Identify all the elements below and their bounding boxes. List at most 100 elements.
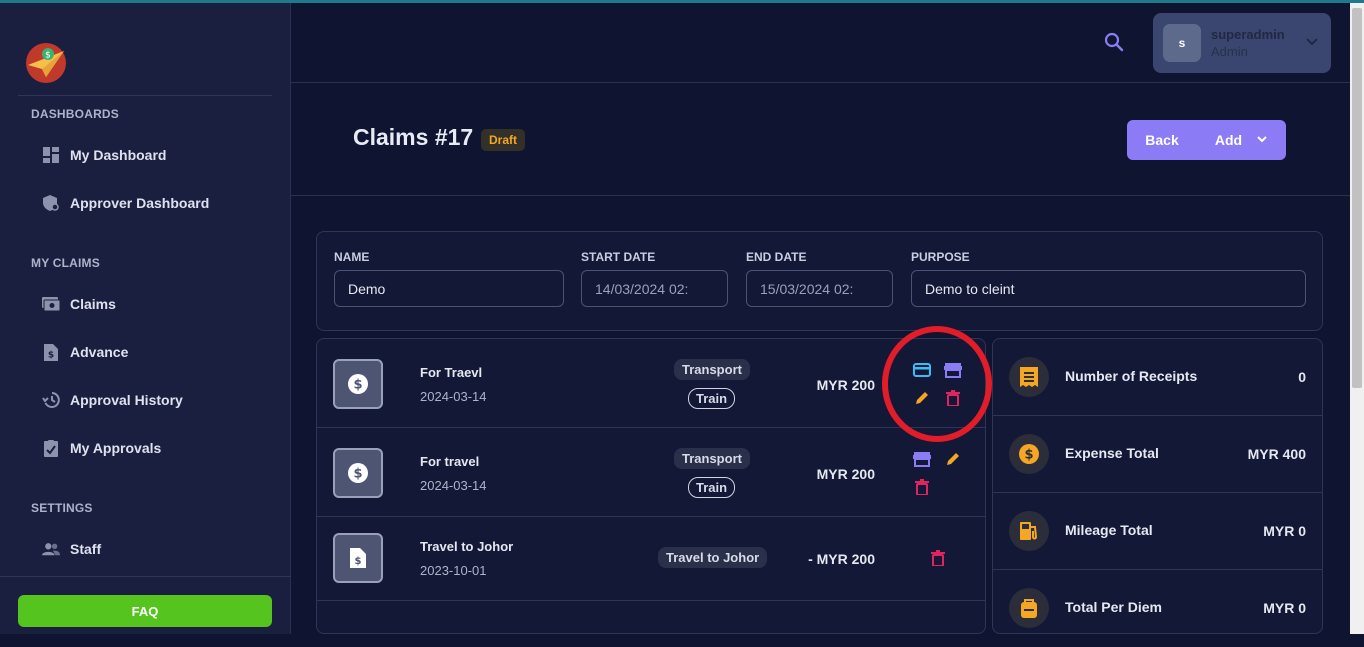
claim-date: 2024-03-14 [420,478,487,493]
sidebar-bottom-divider [0,576,291,577]
sidebar-section-dashboards: DASHBOARDS [31,107,120,121]
sidebar-item-my-dashboard[interactable]: My Dashboard [42,143,166,167]
add-button-label: Add [1214,132,1243,148]
claim-amount: MYR 200 [816,377,875,393]
dollar-circle-icon: $ [333,359,383,409]
edit-pencil-icon[interactable] [943,449,963,469]
chevron-down-icon [1256,132,1268,148]
user-info: superadmin Admin [1211,27,1285,59]
svg-text:$: $ [355,556,362,567]
scrollbar-thumb[interactable] [1352,8,1362,388]
receipt-icon [1009,357,1049,397]
sidebar-item-label: Approver Dashboard [70,195,210,211]
chevron-down-icon [1305,35,1319,54]
sidebar-item-claims[interactable]: Claims [42,292,116,316]
delete-trash-icon[interactable] [928,548,948,568]
subcategory-chip: Train [688,388,736,409]
svg-text:$: $ [45,51,51,61]
store-icon[interactable] [912,449,932,469]
summary-row: Mileage Total MYR 0 [993,493,1322,570]
money-icon [42,295,60,313]
name-label: NAME [334,250,370,264]
category-chip: Transport [674,359,750,380]
end-date-label: END DATE [746,250,807,264]
sidebar-section-settings: SETTINGS [31,501,93,515]
summary-label: Mileage Total [1065,522,1153,538]
category-chip: Transport [674,448,750,469]
sidebar-divider [18,95,272,96]
summary-row: $ Expense Total MYR 400 [993,416,1322,493]
document-dollar-icon: $ [333,533,383,583]
sidebar-item-label: Claims [70,296,116,312]
user-role: Admin [1211,44,1248,59]
back-button[interactable]: Back [1127,120,1197,160]
svg-text:$: $ [1024,448,1033,463]
svg-text:$: $ [48,350,54,360]
sidebar-item-advance[interactable]: $ Advance [42,340,128,364]
annotation-circle [882,326,992,442]
start-date-label: START DATE [581,250,656,264]
summary-row: Number of Receipts 0 [993,339,1322,416]
summary-value: 0 [1298,369,1306,385]
sidebar-item-label: My Approvals [70,440,162,456]
category-chip: Travel to Johor [658,547,768,568]
top-header: s superadmin Admin [291,3,1350,83]
claim-date: 2024-03-14 [420,389,487,404]
sidebar-item-label: Advance [70,344,129,360]
claim-title: For Traevl [420,365,483,380]
user-name: superadmin [1211,27,1285,42]
search-icon[interactable] [1103,31,1125,53]
sidebar-item-label: Staff [70,541,102,557]
shield-icon [42,194,60,212]
summary-row: Total Per Diem MYR 0 [993,570,1322,647]
delete-trash-icon[interactable] [912,477,932,497]
people-icon [42,540,60,558]
fuel-icon [1009,511,1049,551]
status-badge: Draft [481,129,526,151]
add-dropdown-button[interactable]: Add [1197,120,1286,160]
list-item[interactable]: $ For travel 2024-03-14 Transport Train … [317,428,985,517]
subcategory-chip: Train [688,477,736,498]
sidebar-item-approval-history[interactable]: Approval History [42,388,183,412]
app-logo[interactable]: $ [24,41,68,85]
purpose-field[interactable]: Demo to cleint [911,270,1306,307]
claim-date: 2023-10-01 [420,563,487,578]
summary-label: Total Per Diem [1065,599,1162,615]
sidebar-item-label: Approval History [70,392,183,408]
summary-label: Number of Receipts [1065,368,1198,384]
end-date-field[interactable]: 15/03/2024 02: [746,270,893,307]
claim-amount: MYR 200 [816,466,875,482]
summary-value: MYR 0 [1263,600,1306,616]
dollar-circle-icon: $ [333,448,383,498]
user-menu[interactable]: s superadmin Admin [1153,13,1331,73]
avatar: s [1163,24,1201,62]
claim-amount: - MYR 200 [808,551,875,567]
sidebar-item-approver-dashboard[interactable]: Approver Dashboard [42,191,209,215]
summary-label: Expense Total [1065,445,1159,461]
history-icon [42,391,60,409]
dashboard-icon [42,146,60,164]
claim-title: Travel to Johor [420,539,514,554]
start-date-field[interactable]: 14/03/2024 02: [581,270,728,307]
document-dollar-icon: $ [42,343,60,361]
sidebar: $ DASHBOARDS My Dashboard Approver Dashb… [0,3,291,634]
faq-button[interactable]: FAQ [18,595,272,627]
list-item[interactable]: $ Travel to Johor 2023-10-01 Travel to J… [317,517,985,601]
sidebar-item-my-approvals[interactable]: My Approvals [42,436,161,460]
page-titlebar: Claims #17 Draft Back Add [291,84,1350,196]
backpack-icon [1009,588,1049,628]
sidebar-item-staff[interactable]: Staff [42,537,101,561]
purpose-label: PURPOSE [911,250,970,264]
name-field[interactable]: Demo [334,270,564,307]
page-title: Claims #17 [353,124,474,150]
dollar-icon: $ [1009,434,1049,474]
claim-details-form: NAME Demo START DATE 14/03/2024 02: END … [316,231,1323,331]
claim-summary: Number of Receipts 0 $ Expense Total MYR… [992,338,1323,634]
summary-value: MYR 400 [1247,446,1306,462]
sidebar-section-my-claims: MY CLAIMS [31,256,100,270]
checklist-icon [42,439,60,457]
svg-text:$: $ [353,467,362,482]
svg-text:$: $ [353,378,362,393]
action-button-group: Back Add [1127,120,1286,160]
claim-title: For travel [420,454,480,469]
